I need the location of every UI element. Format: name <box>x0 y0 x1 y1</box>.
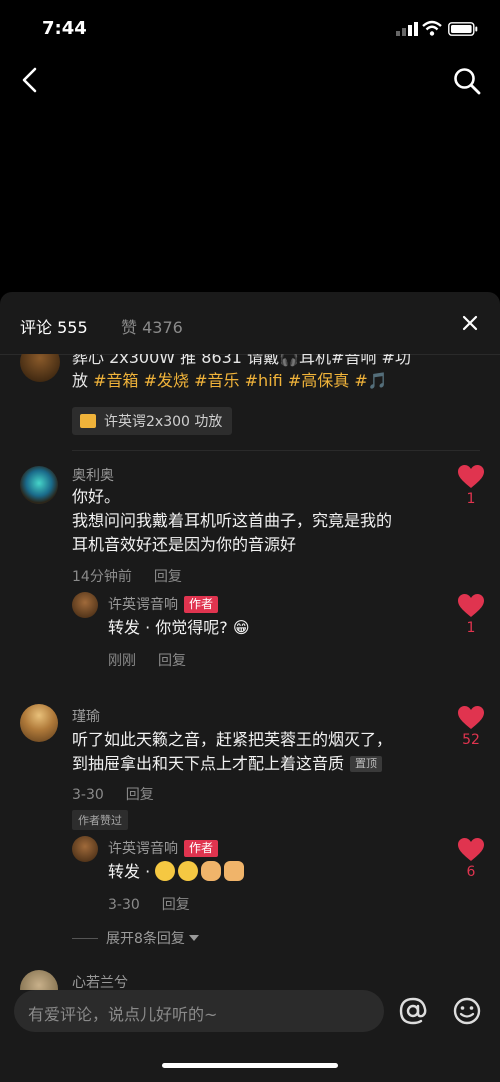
comment-time: 3-30 <box>72 787 104 803</box>
comment-author[interactable]: 奥利奥 <box>72 465 114 485</box>
heart-icon <box>458 838 484 861</box>
post-description-line1: 葬心 2x300W 推 8631 请戴🎧耳机#音响 #功 <box>72 354 411 367</box>
hashtag-link[interactable]: #音乐 <box>194 371 239 390</box>
reply-time: 刚刚 <box>108 653 136 669</box>
product-link[interactable]: 许英谔2x300 功放 <box>72 407 233 435</box>
comment-author[interactable]: 心若兰兮 <box>72 972 128 992</box>
avatar[interactable] <box>20 466 58 504</box>
pinned-badge: 置顶 <box>350 756 383 772</box>
like-button[interactable]: 6 <box>456 838 486 880</box>
comment-list[interactable]: 葬心 2x300W 推 8631 请戴🎧耳机#音响 #功 放 #音箱 #发烧 #… <box>0 354 500 994</box>
like-button[interactable]: 52 <box>456 706 486 748</box>
battery-icon <box>448 22 478 36</box>
heart-icon <box>458 465 484 488</box>
product-name: 许英谔2x300 功放 <box>104 414 223 430</box>
comment-meta: 14分钟前 回复 <box>72 566 204 586</box>
comment-text: 你好。 我想问问我戴着耳机听这首曲子，究竟是我的 耳机音效好还是因为你的音源好 <box>72 487 393 554</box>
top-nav <box>0 58 500 104</box>
clap-emoji-icon <box>201 861 222 881</box>
post-description-line2: 放 #音箱 #发烧 #音乐 #hifi #高保真 #🎵 <box>72 367 388 391</box>
mention-icon[interactable] <box>398 996 428 1026</box>
comment-text: 听了如此天籁之音，赶紧把芙蓉王的烟灭了， 到抽屉拿出和天下点上才配上着这音质 置顶 <box>72 730 393 773</box>
status-bar: 7:44 <box>0 0 500 58</box>
home-indicator <box>162 1063 338 1068</box>
avatar[interactable] <box>72 592 98 618</box>
reply-button[interactable]: 回复 <box>154 569 182 585</box>
reply-button[interactable]: 回复 <box>158 653 186 669</box>
heart-icon <box>458 594 484 617</box>
tab-comments[interactable]: 评论 555 <box>20 314 88 338</box>
reply-button[interactable]: 回复 <box>162 897 190 913</box>
divider <box>72 938 98 939</box>
hashtag-link[interactable]: #发烧 <box>144 371 189 390</box>
heart-icon <box>458 706 484 729</box>
chevron-down-icon <box>189 935 200 941</box>
like-count: 1 <box>466 491 476 507</box>
comment-time: 14分钟前 <box>72 569 132 585</box>
hashtag-link[interactable]: #高保真 <box>288 371 349 390</box>
hashtag-link[interactable]: #音箱 <box>93 371 138 390</box>
reply-author[interactable]: 许英谔音响 作者 <box>108 838 219 858</box>
author-badge: 作者 <box>184 596 219 613</box>
status-time: 7:44 <box>42 18 87 39</box>
close-icon[interactable] <box>461 314 479 332</box>
hashtag-link[interactable]: #hifi <box>245 371 283 390</box>
back-arrow-icon[interactable] <box>18 66 42 94</box>
reply-time: 3-30 <box>108 897 140 913</box>
emoji-icon[interactable] <box>452 996 482 1026</box>
search-icon[interactable] <box>452 66 482 96</box>
post-text: 放 <box>72 371 94 390</box>
comment-sheet: 评论 555 赞 4376 葬心 2x300W 推 8631 请戴🎧耳机#音响 … <box>0 292 500 1082</box>
comment-tabs: 评论 555 赞 4376 <box>0 292 500 355</box>
thumbs-up-emoji-icon <box>224 861 245 881</box>
reply-meta: 3-30 回复 <box>108 894 212 914</box>
shopping-cart-icon <box>80 414 96 428</box>
like-count: 6 <box>466 864 476 880</box>
wifi-icon <box>422 20 442 36</box>
author-liked-badge: 作者赞过 <box>72 810 128 830</box>
reply-meta: 刚刚 回复 <box>108 650 208 670</box>
like-button[interactable]: 1 <box>456 594 486 636</box>
comment-input-bar: 有爱评论，说点儿好听的~ <box>0 990 500 1082</box>
hashtag-link[interactable]: #🎵 <box>349 371 387 390</box>
comment-input[interactable]: 有爱评论，说点儿好听的~ <box>14 990 384 1032</box>
comment-input-placeholder: 有爱评论，说点儿好听的~ <box>28 1005 218 1024</box>
reply-text: 转发 · <box>108 860 247 884</box>
like-button[interactable]: 1 <box>456 465 486 507</box>
reply-author[interactable]: 许英谔音响 作者 <box>108 594 219 614</box>
like-count: 1 <box>466 620 476 636</box>
author-badge: 作者 <box>184 840 219 857</box>
grin-emoji-icon <box>155 861 176 881</box>
cellular-signal-icon <box>396 22 418 36</box>
like-count: 52 <box>462 732 480 748</box>
post-author-avatar <box>20 354 60 382</box>
divider <box>72 450 480 451</box>
laugh-emoji-icon <box>178 861 199 881</box>
comment-meta: 3-30 回复 <box>72 784 176 804</box>
reply-text: 转发 · 你觉得呢? 😁 <box>108 618 250 637</box>
reply-button[interactable]: 回复 <box>126 787 154 803</box>
comment-author[interactable]: 瑾瑜 <box>72 706 100 726</box>
avatar[interactable] <box>20 704 58 742</box>
avatar[interactable] <box>72 836 98 862</box>
tab-likes[interactable]: 赞 4376 <box>121 314 183 338</box>
expand-replies-button[interactable]: 展开8条回复 <box>72 928 200 948</box>
